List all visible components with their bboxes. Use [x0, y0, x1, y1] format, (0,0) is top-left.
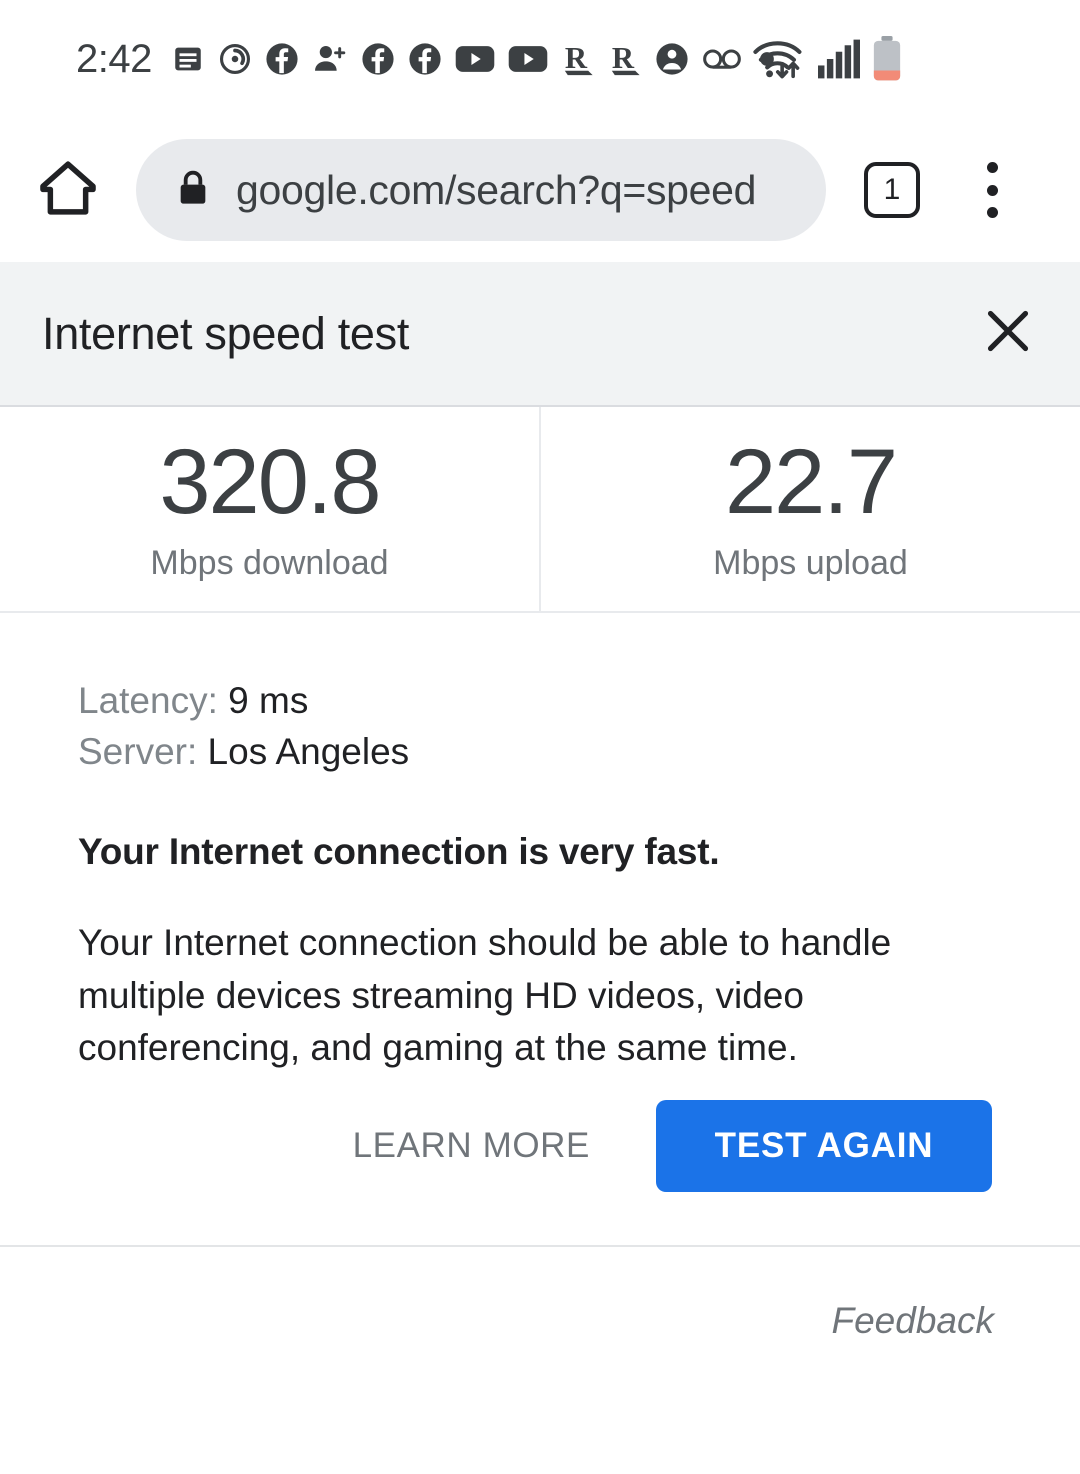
add-person-icon — [312, 42, 348, 76]
server-value: Los Angeles — [207, 731, 410, 773]
svg-text:R: R — [612, 41, 635, 75]
speed-test-body: Latency: 9 ms Server: Los Angeles Your I… — [0, 613, 1080, 1075]
svg-text:R: R — [565, 41, 588, 75]
home-icon — [37, 157, 99, 224]
reddit-r-icon: R — [561, 40, 595, 78]
wifi-transfer-icon — [752, 37, 806, 81]
footer-divider — [0, 1245, 1080, 1247]
page-title: Internet speed test — [42, 307, 410, 359]
facebook-icon — [408, 42, 442, 76]
message-icon — [171, 42, 205, 76]
speed-test-header: Internet speed test — [0, 262, 1080, 407]
upload-value: 22.7 — [724, 430, 898, 533]
learn-more-button[interactable]: LEARN MORE — [353, 1126, 590, 1166]
lock-icon — [176, 168, 210, 213]
facebook-icon — [361, 42, 395, 76]
overflow-menu-icon[interactable] — [968, 162, 1016, 218]
upload-result: 22.7 Mbps upload — [541, 407, 1080, 611]
download-result: 320.8 Mbps download — [0, 407, 541, 611]
feedback-link[interactable]: Feedback — [832, 1300, 995, 1342]
youtube-icon — [508, 44, 548, 74]
home-button[interactable] — [36, 158, 100, 222]
url-text: google.com/search?q=speed — [236, 166, 757, 213]
upload-label: Mbps upload — [713, 543, 908, 582]
url-bar[interactable]: google.com/search?q=speed — [136, 139, 826, 241]
test-again-button[interactable]: TEST AGAIN — [656, 1100, 992, 1192]
download-value: 320.8 — [159, 430, 381, 533]
server-label: Server: — [78, 731, 198, 773]
voicemail-icon — [702, 46, 742, 72]
latency-row: Latency: 9 ms — [78, 613, 1080, 726]
download-label: Mbps download — [150, 543, 389, 582]
connection-summary: Your Internet connection is very fast. — [78, 831, 720, 873]
tab-count-label: 1 — [883, 173, 901, 206]
youtube-icon — [455, 44, 495, 74]
browser-toolbar: google.com/search?q=speed 1 — [0, 118, 1080, 262]
action-row: LEARN MORE TEST AGAIN — [0, 1100, 1080, 1192]
tab-counter-button[interactable]: 1 — [864, 162, 920, 218]
latency-label: Latency: — [78, 680, 218, 721]
facebook-icon — [265, 42, 299, 76]
reddit-r-icon: R — [608, 40, 642, 78]
close-button[interactable] — [978, 304, 1038, 364]
account-circle-icon — [655, 42, 689, 76]
latency-value: 9 ms — [228, 680, 309, 721]
sync-circle-icon — [218, 42, 252, 76]
server-row: Server: Los Angeles — [78, 726, 1080, 777]
status-bar-right-group — [752, 0, 902, 118]
status-bar: 2:42 R R — [0, 0, 1080, 118]
status-clock: 2:42 — [76, 37, 152, 81]
speed-results: 320.8 Mbps download 22.7 Mbps upload — [0, 407, 1080, 613]
battery-low-icon — [872, 36, 902, 82]
status-bar-left-group: 2:42 R R — [76, 39, 779, 79]
cellular-signal-icon — [818, 39, 860, 79]
connection-description: Your Internet connection should be able … — [78, 922, 892, 1069]
close-icon — [980, 303, 1036, 364]
phone-screen: 2:42 R R google.com/search?q=speed 1 Int… — [0, 0, 1080, 1474]
